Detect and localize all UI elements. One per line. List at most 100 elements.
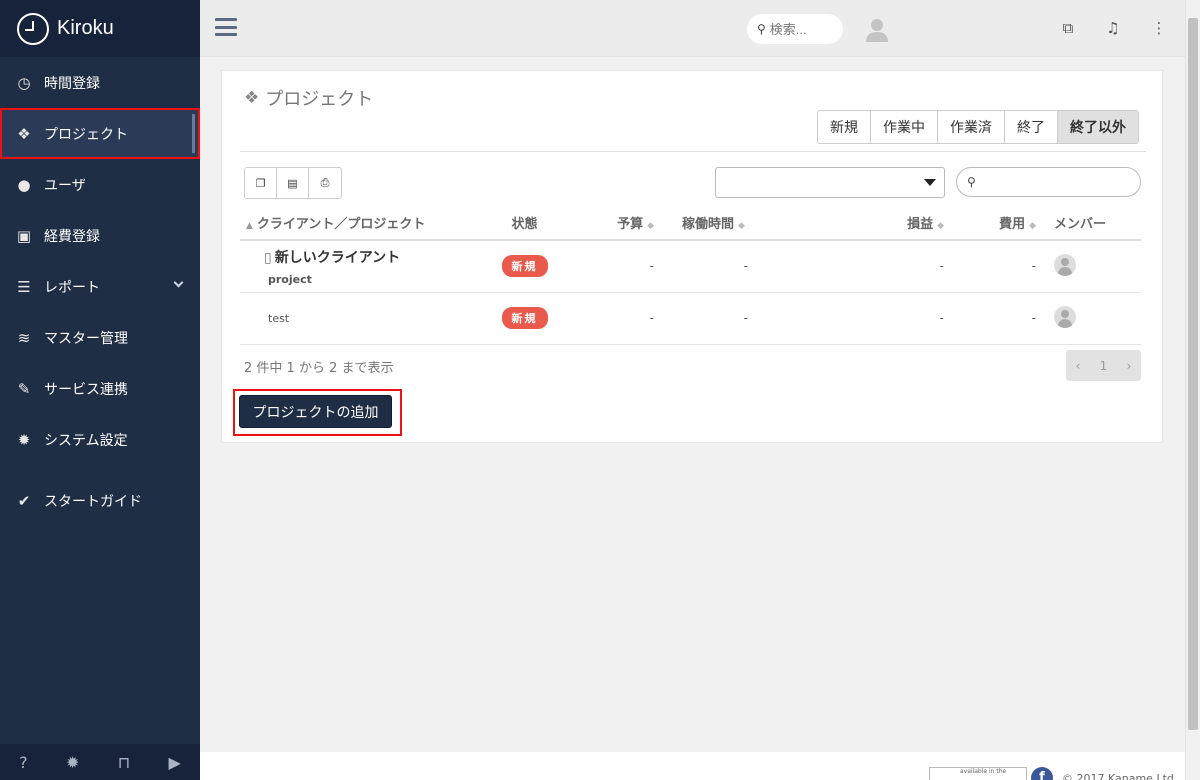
column-profit[interactable]: 損益 ◆ <box>754 206 950 241</box>
check-icon: ✔ <box>17 491 31 510</box>
cell-budget: - <box>556 292 660 345</box>
search-icon: ⚲ <box>967 175 976 189</box>
database-icon: ≋ <box>17 328 31 347</box>
play-icon[interactable]: ▶ <box>168 753 180 772</box>
header-search[interactable]: ⚲ <box>747 14 843 44</box>
client-filter-select[interactable] <box>715 167 945 198</box>
project-name[interactable]: test <box>268 312 289 325</box>
sidebar-item-time-entry[interactable]: ◷ 時間登録 <box>0 57 200 108</box>
filter-done[interactable]: 作業済 <box>938 111 1005 143</box>
page-scrollbar[interactable] <box>1185 0 1200 780</box>
client-name[interactable]: ▯ 新しいクライアント <box>264 247 493 267</box>
table-row[interactable]: ▯ 新しいクライアント project 新規 - - - - <box>240 240 1141 293</box>
member-avatar[interactable] <box>1054 305 1076 328</box>
sidebar-item-label: ユーザ <box>44 177 86 194</box>
cell-client-project: test <box>240 292 493 345</box>
plug-icon: ✎ <box>17 379 31 398</box>
table-search-input[interactable] <box>979 174 1130 190</box>
sidebar-item-master[interactable]: ≋ マスター管理 <box>0 312 200 363</box>
cell-members <box>1042 240 1141 293</box>
sidebar-item-label: システム設定 <box>44 432 128 449</box>
pagination-current[interactable]: 1 <box>1100 359 1108 373</box>
column-client-project[interactable]: ▲ クライアント／プロジェクト <box>240 206 493 241</box>
help-icon[interactable]: ? <box>19 753 28 772</box>
sidebar-item-label: プロジェクト <box>44 126 128 143</box>
table-header-row: ▲ クライアント／プロジェクト 状態 予算 ◆ 稼働時間 ◆ 損益 ◆ 費用 ◆ メンバー <box>240 206 1141 241</box>
timer-box-icon[interactable]: ⧉ <box>1058 18 1078 38</box>
bell-icon[interactable]: ♫ <box>1103 18 1123 38</box>
table-row[interactable]: test 新規 - - - - <box>240 292 1141 345</box>
more-vertical-icon[interactable]: ⋮ <box>1149 18 1169 38</box>
list-icon: ☰ <box>17 277 31 296</box>
cell-profit: - <box>754 292 950 345</box>
filter-closed[interactable]: 終了 <box>1005 111 1058 143</box>
sidebar-item-integrations[interactable]: ✎ サービス連携 <box>0 363 200 414</box>
app-store-badge[interactable]: available in the <box>929 767 1027 780</box>
scrollbar-thumb[interactable] <box>1188 18 1198 730</box>
kiroku-logo-icon <box>17 12 49 45</box>
filter-in-progress[interactable]: 作業中 <box>871 111 938 143</box>
page-title: ❖ プロジェクト <box>244 85 373 111</box>
sidebar-item-users[interactable]: ● ユーザ <box>0 159 200 210</box>
unlock-icon[interactable]: ⊓ <box>118 753 130 772</box>
column-members: メンバー <box>1042 206 1141 241</box>
cell-cost: - <box>950 240 1042 293</box>
footer: available in the f © 2017 Kaname Ltd <box>200 752 1185 780</box>
add-project-button[interactable]: プロジェクトの追加 <box>239 395 392 428</box>
column-budget[interactable]: 予算 ◆ <box>556 206 660 241</box>
user-icon: ● <box>17 175 31 194</box>
pagination-next[interactable]: › <box>1127 359 1132 373</box>
sidebar-item-start-guide[interactable]: ✔ スタートガイド <box>0 475 200 526</box>
projects-panel: ❖ プロジェクト 新規 作業中 作業済 終了 終了以外 ❐ ▤ ⎙ ⚲ ▲ クライ… <box>221 70 1163 443</box>
export-toolbar: ❐ ▤ ⎙ <box>244 167 342 199</box>
facebook-icon[interactable]: f <box>1031 767 1053 780</box>
copy-button[interactable]: ❐ <box>245 168 277 198</box>
sort-asc-icon: ▲ <box>246 221 253 231</box>
filter-not-closed[interactable]: 終了以外 <box>1058 111 1138 143</box>
pagination-prev[interactable]: ‹ <box>1076 359 1081 373</box>
sidebar-item-settings[interactable]: ✹ システム設定 <box>0 414 200 465</box>
cell-budget: - <box>556 240 660 293</box>
sidebar-item-label: スタートガイド <box>44 493 142 510</box>
search-input[interactable] <box>769 21 840 37</box>
add-project-highlight: プロジェクトの追加 <box>233 389 402 436</box>
column-status[interactable]: 状態 <box>493 206 556 241</box>
sidebar-item-projects[interactable]: ❖ プロジェクト <box>0 108 200 159</box>
divider <box>240 151 1146 152</box>
sidebar-item-label: サービス連携 <box>44 381 128 398</box>
cell-cost: - <box>950 292 1042 345</box>
column-cost[interactable]: 費用 ◆ <box>950 206 1042 241</box>
table-search[interactable]: ⚲ <box>956 167 1141 197</box>
page-title-text: プロジェクト <box>265 89 374 110</box>
user-avatar[interactable] <box>866 18 888 42</box>
sort-icon: ◆ <box>937 221 944 231</box>
print-button[interactable]: ⎙ <box>309 168 341 198</box>
member-avatar[interactable] <box>1054 253 1076 276</box>
column-hours[interactable]: 稼働時間 ◆ <box>660 206 754 241</box>
caret-down-icon <box>924 179 936 186</box>
project-name[interactable]: project <box>268 273 493 286</box>
cell-status: 新規 <box>493 240 556 293</box>
sidebar-item-expenses[interactable]: ▣ 経費登録 <box>0 210 200 261</box>
cubes-icon: ❖ <box>17 124 31 143</box>
sort-icon: ◆ <box>738 221 745 231</box>
csv-button[interactable]: ▤ <box>277 168 309 198</box>
clock-icon: ◷ <box>17 73 31 92</box>
cell-profit: - <box>754 240 950 293</box>
cell-hours: - <box>660 240 754 293</box>
cell-members <box>1042 292 1141 345</box>
gear-icon: ✹ <box>17 430 31 449</box>
hamburger-menu-icon[interactable] <box>215 18 237 36</box>
copyright: © 2017 Kaname Ltd <box>1062 772 1174 780</box>
status-filter-group: 新規 作業中 作業済 終了 終了以外 <box>817 110 1139 144</box>
print-icon: ⎙ <box>320 176 330 189</box>
gear-icon[interactable]: ✹ <box>66 753 79 772</box>
brand[interactable]: Kiroku <box>0 0 200 57</box>
cell-client-project: ▯ 新しいクライアント project <box>240 240 493 293</box>
projects-table: ▲ クライアント／プロジェクト 状態 予算 ◆ 稼働時間 ◆ 損益 ◆ 費用 ◆ メンバー… <box>240 206 1141 345</box>
sidebar-item-reports[interactable]: ☰ レポート <box>0 261 200 312</box>
sort-icon: ◆ <box>647 221 654 231</box>
filter-new[interactable]: 新規 <box>818 111 871 143</box>
sort-icon: ◆ <box>1029 221 1036 231</box>
cubes-icon: ❖ <box>244 88 260 108</box>
